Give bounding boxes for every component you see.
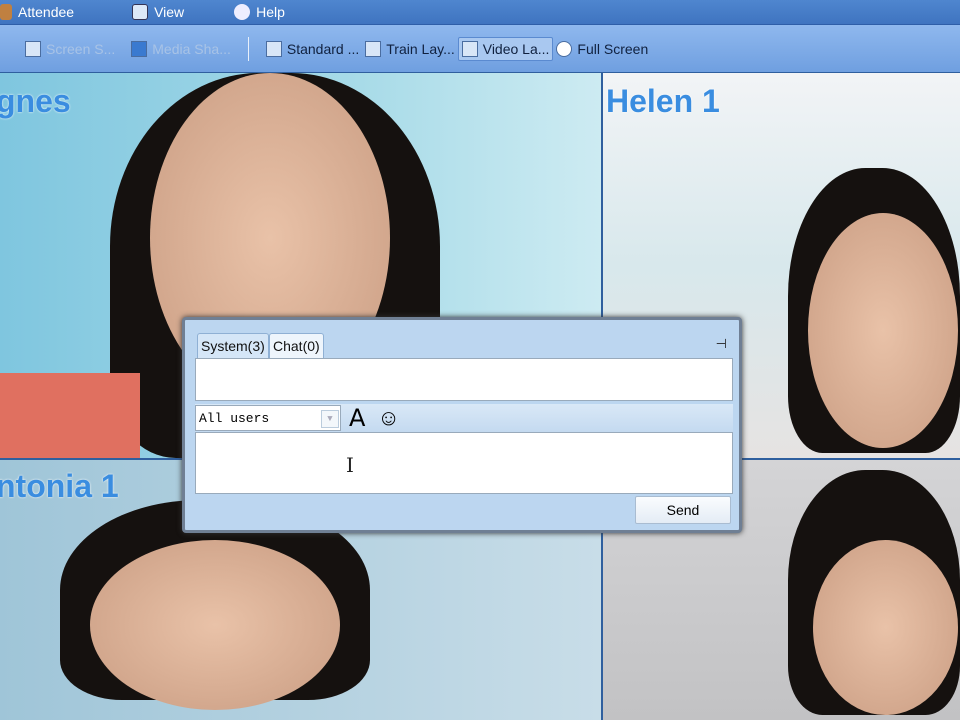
grid-icon [461,40,478,57]
person-face [808,213,958,448]
full-screen-button[interactable]: Full Screen [553,37,651,61]
layout-icon [265,40,282,57]
send-button[interactable]: Send [635,496,731,524]
tab-system[interactable]: System(3) [197,333,269,359]
menu-help[interactable]: Help [234,4,285,20]
text-cursor-icon: I [346,453,354,477]
tab-chat[interactable]: Chat(0) [269,333,324,359]
participant-name: Helen 1 [606,83,720,119]
chevron-down-icon[interactable]: ▼ [321,410,339,428]
media-share-button[interactable]: Media Sha... [128,37,234,61]
menu-attendee[interactable]: Attendee [0,4,74,20]
chat-dialog: System(3) Chat(0) ⊣ All users ▼ A ☺ I Sen… [182,317,742,533]
message-input[interactable]: I [195,432,733,494]
recipient-select[interactable]: All users ▼ [195,405,341,431]
toolbar: Screen S... Media Sha... Standard ... Tr… [0,24,960,72]
toolbar-separator [247,36,249,61]
video-layout-button[interactable]: Video La... [457,36,554,61]
standard-layout-button[interactable]: Standard ... [263,37,362,61]
menu-bar: Attendee View Help [0,0,960,24]
film-icon [131,40,148,57]
screen-icon [25,40,41,57]
help-icon [234,4,251,20]
person-face [813,540,958,715]
clothing [0,373,140,458]
train-layout-button[interactable]: Train Lay... [362,37,457,61]
person-face [90,540,340,710]
chat-history [195,358,733,401]
emoji-icon[interactable]: ☺ [377,405,399,431]
participant-name: ntonia 1 [0,468,119,504]
train-layout-icon [365,40,382,57]
menu-view[interactable]: View [132,4,184,20]
full-screen-icon [556,40,573,57]
view-icon [132,4,149,20]
participant-name: gnes [0,83,71,119]
screen-share-button[interactable]: Screen S... [22,37,118,61]
font-icon[interactable]: A [349,404,365,432]
user-icon [0,4,12,20]
pin-icon[interactable]: ⊣ [716,336,727,352]
chat-options-bar: All users ▼ A ☺ [195,404,733,432]
